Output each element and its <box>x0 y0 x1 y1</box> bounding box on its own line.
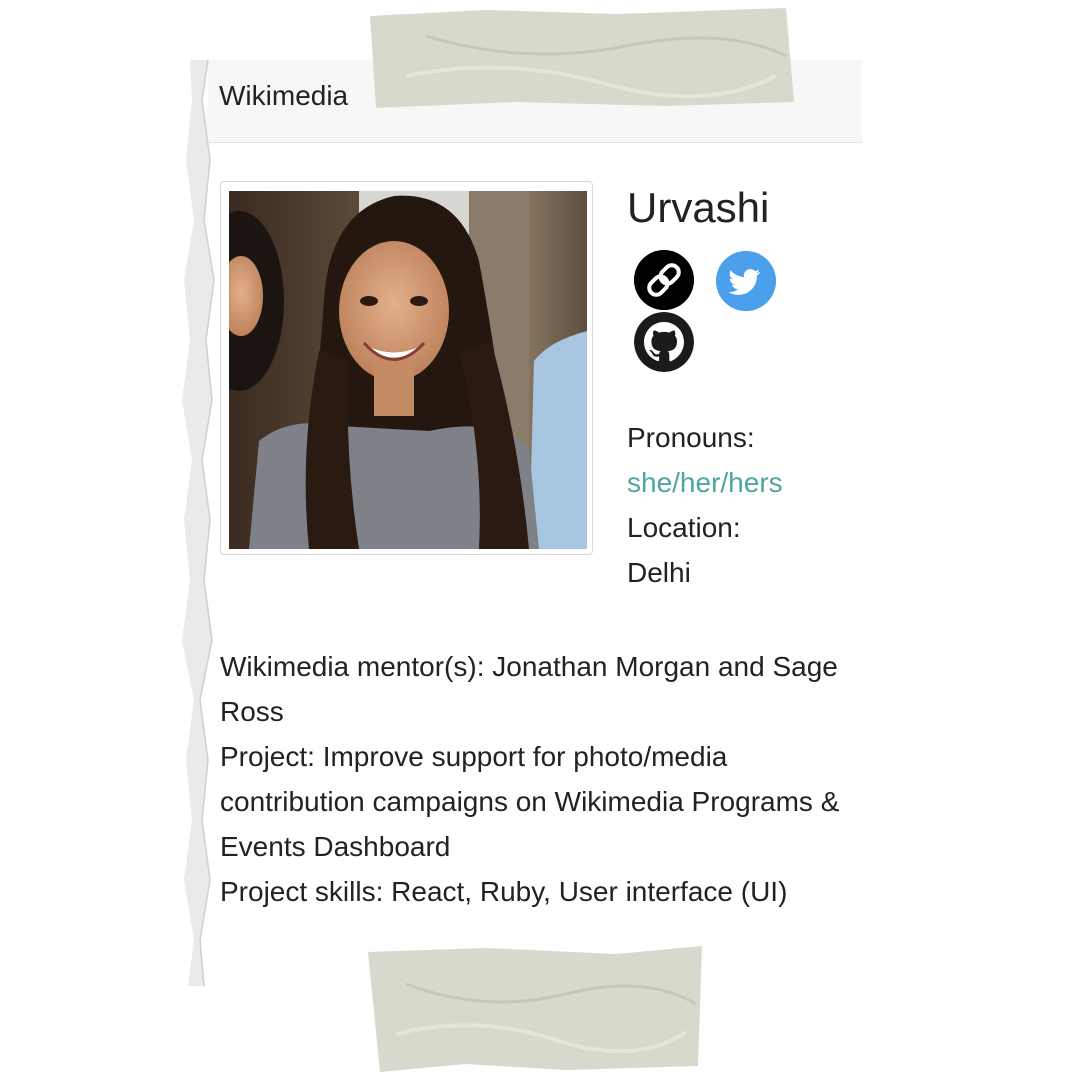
location-label: Location: <box>627 512 741 543</box>
pronouns-label: Pronouns: <box>627 422 755 453</box>
skills-text: Project skills: React, Ruby, User interf… <box>220 876 788 907</box>
bottom-tape <box>368 946 702 1072</box>
profile-photo-frame <box>220 181 593 555</box>
portrait-image <box>229 191 587 549</box>
profile-photo <box>229 191 587 549</box>
top-tape <box>370 8 794 108</box>
mentors-text: Wikimedia mentor(s): Jonathan Morgan and… <box>220 651 838 727</box>
project-details: Wikimedia mentor(s): Jonathan Morgan and… <box>220 644 840 914</box>
profile-name: Urvashi <box>627 184 770 231</box>
torn-edge <box>182 60 215 986</box>
twitter-icon[interactable] <box>716 251 776 311</box>
link-icon[interactable] <box>634 250 694 310</box>
header-title: Wikimedia <box>219 80 349 111</box>
project-text: Project: Improve support for photo/media… <box>220 741 840 862</box>
location-value: Delhi <box>627 557 691 588</box>
canvas: Wikimedia Urvashi Pronouns: she/her/hers… <box>0 0 1080 1080</box>
github-icon[interactable] <box>634 312 694 372</box>
pronouns-value-link[interactable]: she/her/hers <box>627 467 783 499</box>
